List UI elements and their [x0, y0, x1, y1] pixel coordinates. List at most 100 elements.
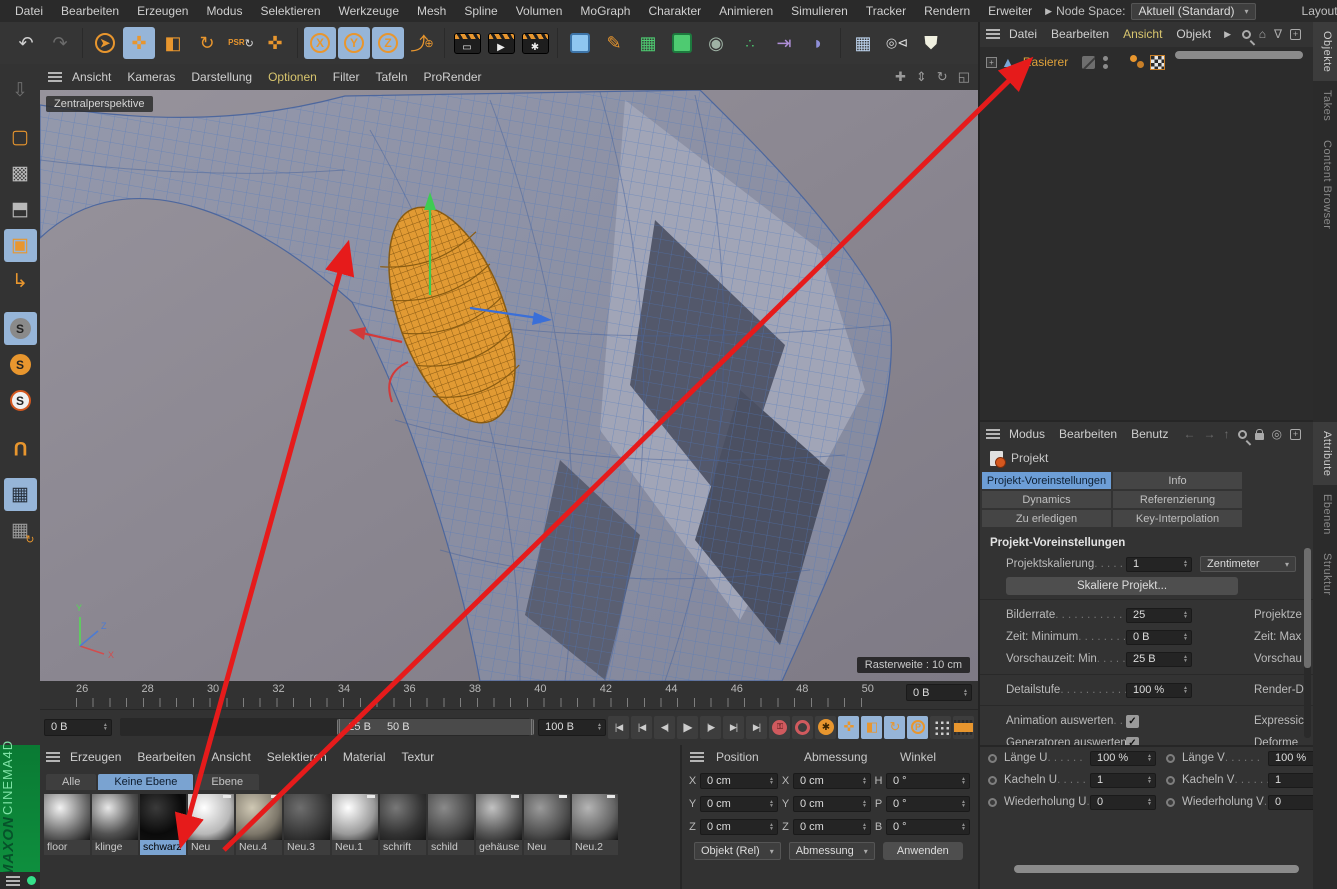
material-layer-tab[interactable]: Keine Ebene	[98, 774, 193, 790]
material-name[interactable]: schwarz	[140, 840, 186, 855]
material-menu-item[interactable]: Bearbeiten	[129, 750, 203, 764]
render-view-button[interactable]: ▭	[451, 27, 483, 59]
object-tree[interactable]: + ▲ Rasierer	[980, 47, 1313, 420]
menu-item[interactable]: Spline	[455, 4, 506, 18]
play-button[interactable]: ▶	[677, 716, 698, 739]
angle-field[interactable]: 0 °▲▼	[886, 819, 970, 835]
timeline-end-field[interactable]: 0 B▲▼	[906, 684, 972, 701]
add-deformer[interactable]: ◗	[802, 27, 834, 59]
material-name[interactable]: schild	[428, 840, 474, 855]
menu-item[interactable]: Mesh	[408, 4, 455, 18]
node-space-select[interactable]: Aktuell (Standard)▾	[1131, 3, 1255, 20]
panel-tab[interactable]: Takes	[1313, 81, 1337, 130]
attribute-tab[interactable]: Info	[1113, 472, 1242, 489]
object-manager-scrollbar[interactable]	[1175, 51, 1303, 59]
attribute-tab[interactable]: Key-Interpolation	[1113, 510, 1242, 527]
preview-min-field[interactable]: 25 B▲▼	[1126, 652, 1192, 667]
record-position-toggle[interactable]: ✜	[838, 716, 859, 739]
workplane-lock-button[interactable]: ▦	[4, 478, 37, 511]
panel-tab[interactable]: Attribute	[1313, 422, 1337, 485]
position-field[interactable]: 0 cm▲▼	[700, 796, 778, 812]
material-item[interactable]: schrift	[380, 794, 426, 855]
lock-x-axis[interactable]: X	[304, 27, 336, 59]
add-field[interactable]: ◉	[700, 27, 732, 59]
material-item[interactable]: gehäuse	[476, 794, 522, 855]
preview-range-slider[interactable]: 25 B 50 B	[120, 718, 530, 736]
menu-item[interactable]: Volumen	[507, 4, 572, 18]
material-item[interactable]: klinge	[92, 794, 138, 855]
material-item[interactable]: floor	[44, 794, 90, 855]
panel-tab[interactable]: Objekte	[1313, 22, 1337, 81]
viewport-menu-item[interactable]: ProRender	[416, 70, 490, 84]
material-item[interactable]: schild	[428, 794, 474, 855]
solo-off-button[interactable]: S	[4, 312, 37, 345]
tag-property-field[interactable]: 1▲▼	[1268, 773, 1313, 788]
menu-item[interactable]: Werkzeuge	[330, 4, 408, 18]
scale-project-button[interactable]: Skaliere Projekt...	[1006, 577, 1238, 595]
back-icon[interactable]: ←	[1184, 427, 1196, 441]
menu-item[interactable]: Tracker	[857, 4, 915, 18]
panel-menu-icon[interactable]	[986, 29, 1000, 39]
add-panel-icon[interactable]: +	[1290, 429, 1301, 440]
material-menu-item[interactable]: Ansicht	[203, 750, 258, 764]
material-preview-sphere[interactable]	[572, 794, 618, 840]
material-item[interactable]: Neu.3	[284, 794, 330, 855]
layer-toggle-icon[interactable]	[1082, 56, 1095, 69]
attribute-tab[interactable]: Dynamics	[982, 491, 1111, 508]
record-rotation-toggle[interactable]: ↻	[884, 716, 905, 739]
tag-property-field[interactable]: 100 %▲▼	[1268, 751, 1313, 766]
material-preview-sphere[interactable]	[332, 794, 378, 840]
add-camera[interactable]: ◎⊲	[881, 27, 913, 59]
viewport-menu-item[interactable]: Tafeln	[367, 70, 415, 84]
attribute-menu-item[interactable]: Bearbeiten	[1052, 427, 1124, 441]
zoom-view-icon[interactable]: ⇕	[916, 69, 927, 85]
material-name[interactable]: Neu	[188, 840, 234, 855]
redo-button[interactable]: ↷	[44, 27, 76, 59]
tag-property-field[interactable]: 0▲▼	[1268, 795, 1313, 810]
material-item[interactable]: Neu.2	[572, 794, 618, 855]
solo-single-button[interactable]: S	[4, 348, 37, 381]
object-menu-item[interactable]: Bearbeiten	[1044, 27, 1116, 41]
object-name[interactable]: Rasierer	[1019, 55, 1072, 69]
add-spline-pen[interactable]: ✎	[598, 27, 630, 59]
point-mode-button[interactable]: ⬒	[4, 193, 37, 226]
viewport-menu-item[interactable]: Ansicht	[64, 70, 119, 84]
menu-overflow-icon[interactable]: ▶	[1220, 29, 1235, 40]
previous-frame-button[interactable]: ◀|	[654, 716, 675, 739]
menu-item[interactable]: Erzeugen	[128, 4, 197, 18]
add-generator[interactable]	[666, 27, 698, 59]
status-menu-icon[interactable]	[6, 876, 20, 886]
maximize-view-icon[interactable]: ◱	[958, 69, 970, 85]
time-min-field[interactable]: 0 B▲▼	[1126, 630, 1192, 645]
menu-overflow-icon[interactable]: ▶	[1041, 6, 1056, 17]
project-scale-field[interactable]: 1▲▼	[1126, 557, 1192, 572]
render-picture-viewer-button[interactable]: ▶	[485, 27, 517, 59]
material-menu-item[interactable]: Material	[335, 750, 394, 764]
coordinate-mode-select[interactable]: Objekt (Rel)▾	[694, 842, 781, 860]
end-frame-field[interactable]: 100 B▲▼	[538, 719, 606, 736]
object-menu-item[interactable]: Datei	[1002, 27, 1044, 41]
evaluate-animation-checkbox[interactable]: ✓	[1126, 715, 1139, 728]
material-preview-sphere[interactable]	[140, 794, 186, 840]
viewport-canvas[interactable]: Y X Z Zentralperspektive Rasterweite : 1…	[40, 90, 978, 681]
keyframe-dot-icon[interactable]	[988, 798, 997, 807]
panel-tab[interactable]: Ebenen	[1313, 485, 1337, 544]
last-tool[interactable]: ✜	[259, 27, 291, 59]
material-item[interactable]: Neu.4	[236, 794, 282, 855]
filter-icon[interactable]: ∇	[1274, 27, 1282, 41]
make-editable-button[interactable]: ⇩	[4, 74, 37, 107]
angle-field[interactable]: 0 °▲▼	[886, 773, 970, 789]
home-icon[interactable]: ⌂	[1259, 27, 1266, 41]
object-menu-item[interactable]: Objekt	[1169, 27, 1218, 41]
add-panel-icon[interactable]: +	[1290, 29, 1301, 40]
material-name[interactable]: gehäuse	[476, 840, 522, 855]
material-name[interactable]: Neu.1	[332, 840, 378, 855]
horizontal-scrollbar[interactable]	[1014, 865, 1299, 873]
attribute-tab[interactable]: Zu erledigen	[982, 510, 1111, 527]
project-unit-select[interactable]: Zentimeter▾	[1200, 556, 1296, 572]
tag-property-field[interactable]: 1▲▼	[1090, 773, 1156, 788]
position-field[interactable]: 0 cm▲▼	[700, 819, 778, 835]
record-pla-toggle[interactable]	[930, 716, 951, 739]
material-item[interactable]: Neu	[188, 794, 234, 855]
forward-icon[interactable]: →	[1204, 427, 1216, 441]
